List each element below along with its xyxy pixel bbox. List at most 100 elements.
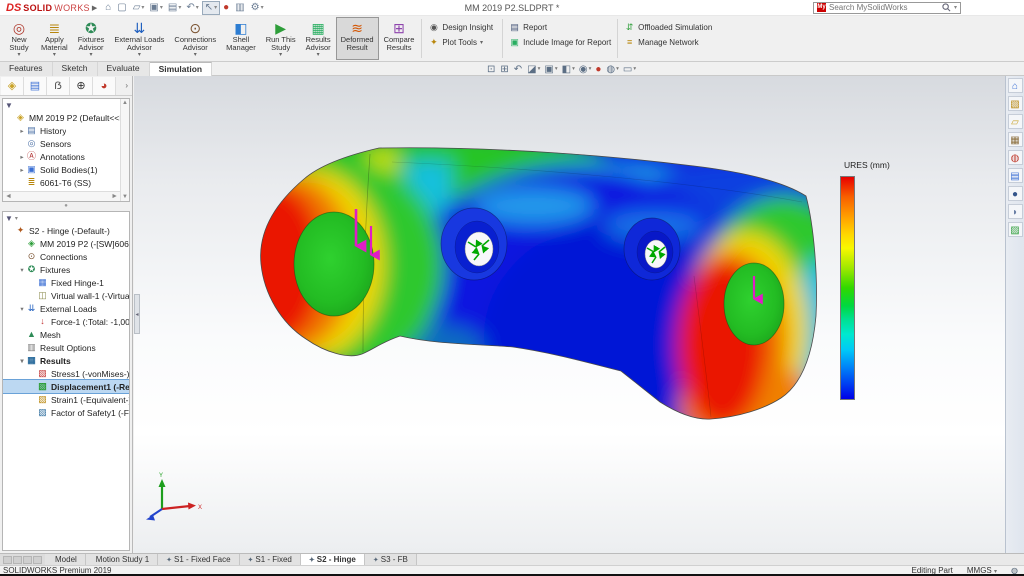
view-orientation-icon[interactable]: ▣▾ [544,64,557,75]
search-input[interactable] [829,3,939,12]
zoom-to-fit-icon[interactable]: ⊡ [487,64,496,75]
dimxpertmanager-tab[interactable]: ⊕ [70,77,93,95]
feature-tree-item[interactable]: ◎ Sensors [3,137,129,150]
right-ear-hole-face[interactable] [724,263,784,345]
feature-tree-item[interactable]: ◈ MM 2019 P2 (Default<<Default>_Disp [3,111,129,124]
forum-icon[interactable]: ◗ [1008,204,1023,219]
file-properties-icon[interactable]: ▥ [233,1,247,15]
study-tree-item[interactable]: ▥ Result Options [3,341,129,354]
menu-flyout-arrow-icon[interactable]: ▶ [92,4,97,12]
study-tab[interactable]: Motion Study 1 [86,554,158,565]
search-icon[interactable] [942,3,951,12]
command-tab[interactable]: Sketch [53,62,98,76]
graphics-viewport[interactable]: ◂ [134,76,1005,553]
command-tab[interactable]: Evaluate [98,62,150,76]
ribbon-button[interactable]: ◎ New Study ▾ [2,17,36,60]
configurationmanager-tab[interactable]: ẞ [47,77,70,95]
open-icon[interactable]: ▱▾ [131,1,147,15]
panel-splitter[interactable]: ● [0,202,132,209]
ribbon-small-button[interactable]: ✦ Plot Tools ▾ [428,36,496,48]
ribbon-button[interactable]: ◧ Shell Manager [221,17,261,60]
undo-icon[interactable]: ↶▾ [184,1,200,15]
view-settings-icon[interactable]: ▭▾ [623,64,636,75]
section-view-icon[interactable]: ◪▾ [527,64,540,75]
ribbon-small-button[interactable]: ▤ Report [509,21,611,33]
study-tree-item[interactable]: ▦ Fixed Hinge-1 [3,276,129,289]
ribbon-button[interactable]: ≋ Deformed Result [336,17,379,60]
search-box[interactable]: My ▾ [813,2,961,14]
solidworks-add-ins-icon[interactable]: ● [1008,186,1023,201]
ribbon-button[interactable]: ⇊ External Loads Advisor ▾ [109,17,169,60]
ribbon-small-button[interactable]: ⇵ Offloaded Simulation [624,21,712,33]
study-tree-item[interactable]: ⊙ Connections [3,250,129,263]
study-tree-item[interactable]: ↓ Force-1 (:Total: -1,000 N:) [3,315,129,328]
ribbon-small-button[interactable]: ▣ Include Image for Report [509,36,611,48]
view-palette-icon[interactable]: ▦ [1008,132,1023,147]
tree-horizontal-scrollbar[interactable]: ◄► [3,191,120,201]
design-library-icon[interactable]: ▧ [1008,96,1023,111]
new-document-icon[interactable]: ▢ [115,1,129,15]
save-icon[interactable]: ▣▾ [147,1,164,15]
previous-view-icon[interactable]: ↶ [514,64,523,75]
solidworks-logo[interactable]: DS SOLIDWORKS ▶ [0,2,103,14]
study-tab[interactable]: ✦ S1 - Fixed [240,554,301,565]
display-style-icon[interactable]: ◧▾ [562,64,575,75]
custom-properties-icon[interactable]: ▤ [1008,168,1023,183]
study-tab[interactable]: ✦ S2 - Hinge [301,554,365,565]
ribbon-button[interactable]: ≣ Apply Material ▾ [36,17,73,60]
solidworks-resources-icon[interactable]: ⌂ [1008,78,1023,93]
ribbon-button[interactable]: ⊞ Compare Results [379,17,420,60]
print-icon[interactable]: ▤▾ [166,1,183,15]
tab-scroll-button[interactable] [33,556,42,564]
study-tree-item[interactable]: ▾ ✪ Fixtures [3,263,129,276]
options-gear-icon[interactable]: ⚙▾ [249,1,266,15]
performance-icon[interactable]: ▨ [1008,222,1023,237]
feature-tree-item[interactable]: ▸ Ⓐ Annotations [3,150,129,163]
tab-scroll-button[interactable] [3,556,12,564]
hide-show-items-icon[interactable]: ◉▾ [579,64,592,75]
study-tree-item[interactable]: ▾ ⇊ External Loads [3,302,129,315]
feature-tree-item[interactable]: ≣ 6061-T6 (SS) [3,176,129,189]
displaymanager-tab[interactable]: ◕ [93,77,116,95]
select-icon[interactable]: ↖▾ [202,1,220,15]
filter-funnel-icon[interactable]: ▼ [5,101,13,110]
ribbon-small-button[interactable]: ◉ Design Insight [428,21,496,33]
study-tab[interactable]: Model [45,554,86,565]
left-ear-hole-face[interactable] [294,212,374,316]
tab-scroll-button[interactable] [23,556,32,564]
study-tree-item[interactable]: ▾ ▦ Results [3,354,129,367]
ribbon-button[interactable]: ⊙ Connections Advisor ▾ [169,17,221,60]
study-tree-item[interactable]: ✦ S2 - Hinge (-Default-) [3,224,129,237]
ribbon-button[interactable]: ▦ Results Advisor ▾ [301,17,336,60]
feature-tree-item[interactable]: ▸ ▤ History [3,124,129,137]
propertymanager-tab[interactable]: ▤ [24,77,47,95]
command-tab[interactable]: Simulation [150,62,212,76]
study-tree-item[interactable]: ◈ MM 2019 P2 (-[SW]6061-T6 (SS)-) [3,237,129,250]
featuremanager-tree-tab[interactable]: ◈ [1,77,24,95]
tab-scroll-button[interactable] [13,556,22,564]
search-dropdown-arrow-icon[interactable]: ▾ [954,4,957,11]
home-icon[interactable]: ⌂ [103,1,114,15]
ribbon-small-button[interactable]: ≡ Manage Network [624,36,712,48]
study-tree-item[interactable]: ◫ Virtual wall-1 (-Virtual Wall<MM [3,289,129,302]
file-explorer-icon[interactable]: ▱ [1008,114,1023,129]
appearances-scenes-icon[interactable]: ◍ [1008,150,1023,165]
hinge-hole-1[interactable] [441,208,507,280]
tab-overflow-arrow-icon[interactable]: › [125,81,131,90]
filter-funnel-icon[interactable]: ▼ [5,214,13,223]
ribbon-button[interactable]: ▶ Run This Study ▾ [261,17,301,60]
feature-tree-item[interactable]: ▸ ▣ Solid Bodies(1) [3,163,129,176]
zoom-to-area-icon[interactable]: ⊞ [500,64,509,75]
rebuild-traffic-light-icon[interactable]: ● [221,1,232,15]
study-tree-item[interactable]: ▧ Stress1 (-vonMises-) [3,367,129,380]
study-tree-item[interactable]: ▧ Displacement1 (-Res disp-) [3,380,129,393]
study-tree-item[interactable]: ▧ Strain1 (-Equivalent-) [3,393,129,406]
edit-appearance-icon[interactable]: ● [595,64,602,75]
hinge-hole-2[interactable] [624,218,680,280]
command-tab[interactable]: Features [0,62,53,76]
study-tree-item[interactable]: ▲ Mesh [3,328,129,341]
study-tab[interactable]: ✦ S1 - Fixed Face [158,554,239,565]
apply-scene-icon[interactable]: ◍▾ [606,64,619,75]
study-tree-item[interactable]: ▧ Factor of Safety1 (-FOS-) [3,406,129,419]
tree-vertical-scrollbar[interactable]: ▲▼ [120,99,129,201]
